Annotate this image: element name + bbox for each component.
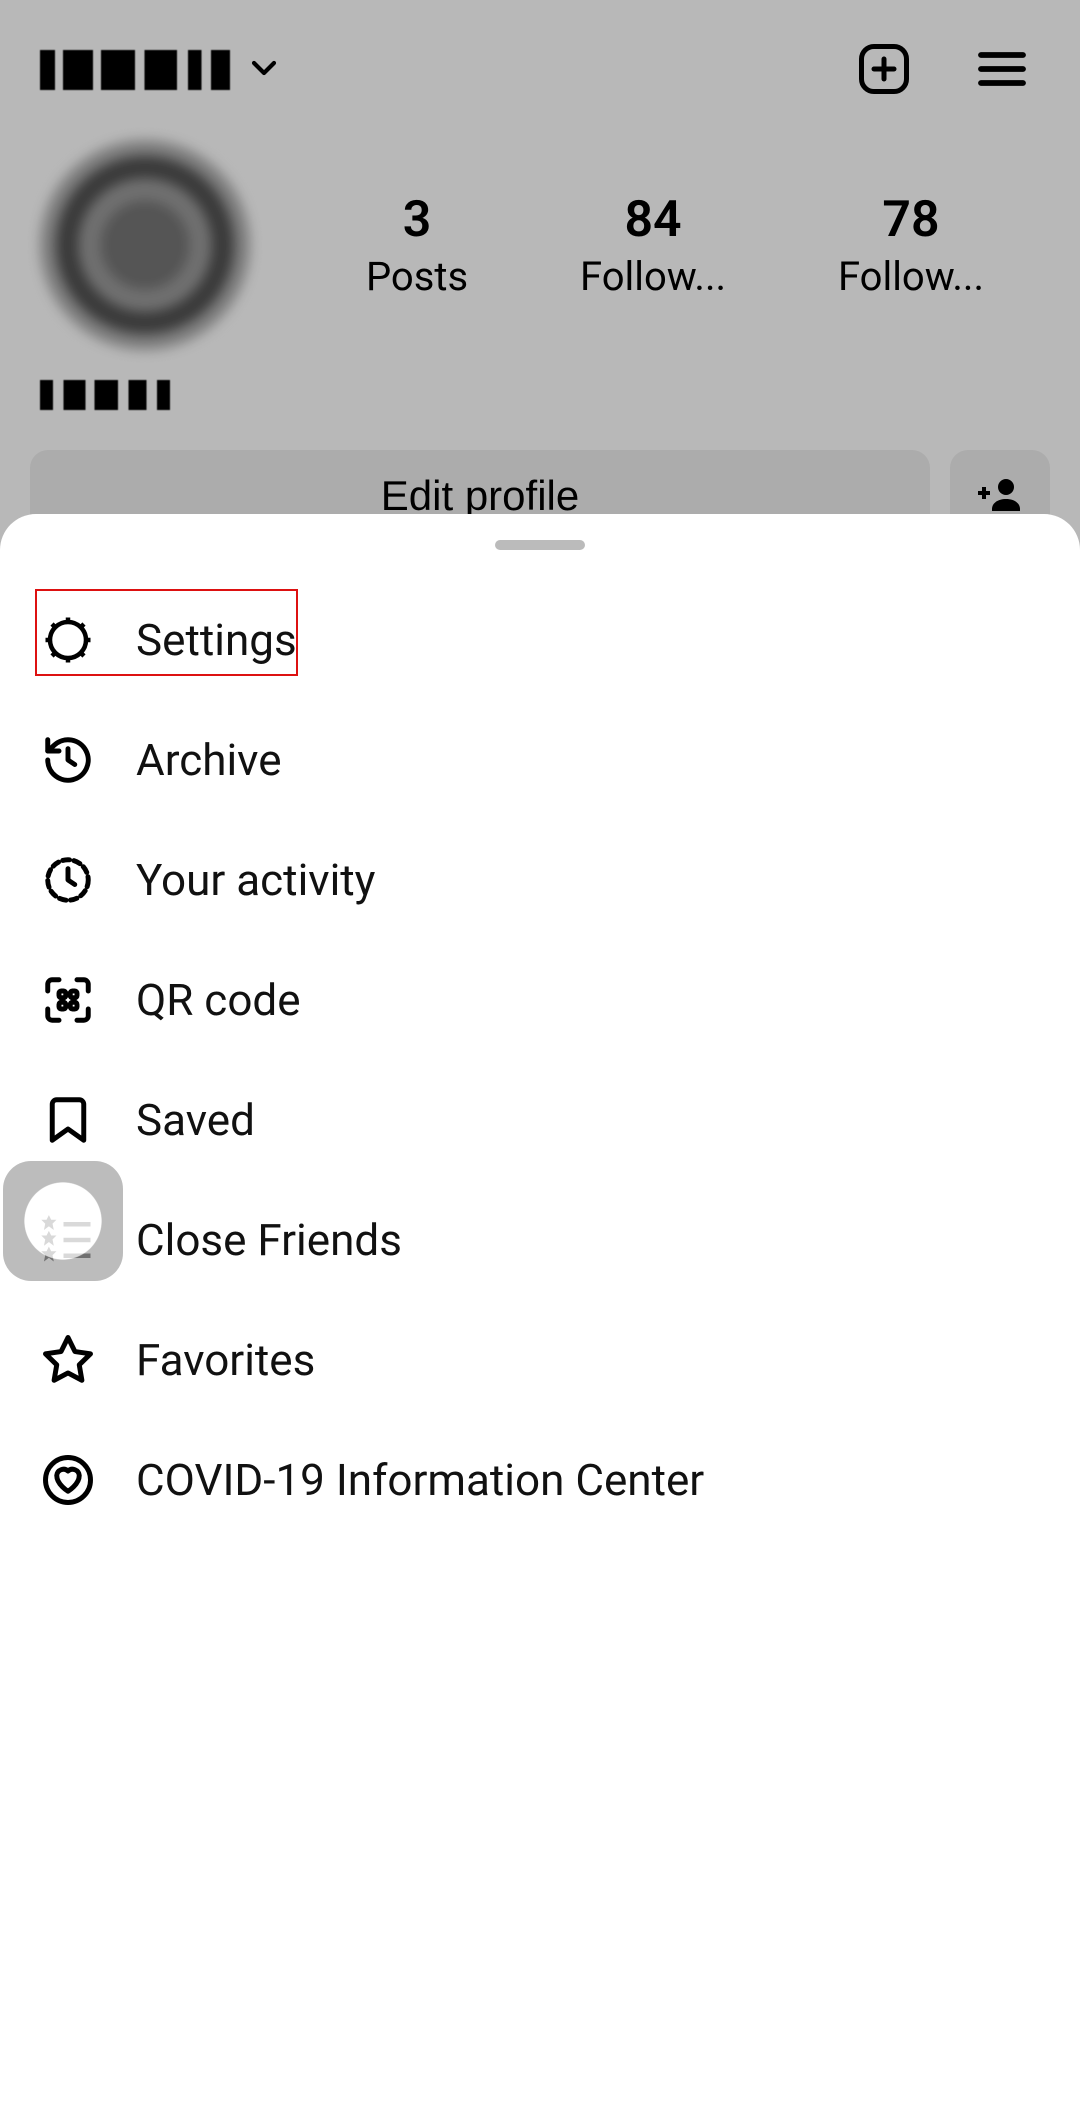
stat-followers[interactable]: 84 Follow... [580, 191, 726, 300]
star-icon [40, 1332, 96, 1388]
menu-label: QR code [136, 974, 301, 1026]
display-name-obscured [40, 380, 170, 410]
create-button[interactable] [854, 39, 914, 102]
menu-label: Settings [136, 614, 297, 666]
history-icon [40, 732, 96, 788]
menu-list: Settings Archive Your activity QR code S [0, 580, 1080, 1940]
menu-label: Favorites [136, 1334, 315, 1386]
stat-posts[interactable]: 3 Posts [366, 191, 468, 300]
qr-icon [40, 972, 96, 1028]
username-obscured [40, 50, 230, 90]
sheet-drag-handle[interactable] [495, 540, 585, 550]
profile-stats: 3 Posts 84 Follow... 78 Follow... [310, 191, 1040, 300]
stat-following-label: Follow... [838, 253, 984, 300]
bookmark-icon [40, 1092, 96, 1148]
username-switcher[interactable] [40, 48, 854, 92]
activity-icon [40, 852, 96, 908]
profile-summary: 3 Posts 84 Follow... 78 Follow... [0, 130, 1080, 350]
stat-following-count: 78 [838, 191, 984, 249]
display-name-row [0, 350, 1080, 410]
profile-header [0, 0, 1080, 130]
plus-square-icon [854, 87, 914, 102]
hamburger-icon [974, 85, 1030, 100]
menu-item-archive[interactable]: Archive [40, 700, 1040, 820]
menu-item-settings[interactable]: Settings [40, 580, 1040, 700]
stat-followers-label: Follow... [580, 253, 726, 300]
menu-item-covid-info[interactable]: COVID-19 Information Center [40, 1420, 1040, 1540]
star-list-icon [40, 1212, 96, 1268]
gear-icon [40, 612, 96, 668]
stat-following[interactable]: 78 Follow... [838, 191, 984, 300]
menu-label: Saved [136, 1094, 255, 1146]
menu-label: Close Friends [136, 1214, 402, 1266]
menu-item-your-activity[interactable]: Your activity [40, 820, 1040, 940]
stat-posts-count: 3 [366, 191, 468, 249]
menu-label: Your activity [136, 854, 376, 906]
header-actions [854, 39, 1030, 102]
options-bottom-sheet: Settings Archive Your activity QR code S [0, 514, 1080, 2114]
hamburger-menu-button[interactable] [974, 41, 1030, 100]
menu-item-favorites[interactable]: Favorites [40, 1300, 1040, 1420]
avatar[interactable] [40, 140, 250, 350]
menu-item-close-friends[interactable]: Close Friends [40, 1180, 1040, 1300]
heart-badge-icon [40, 1452, 96, 1508]
menu-label: Archive [136, 734, 282, 786]
stat-posts-label: Posts [366, 253, 468, 300]
stat-followers-count: 84 [580, 191, 726, 249]
menu-item-saved[interactable]: Saved [40, 1060, 1040, 1180]
menu-item-qr-code[interactable]: QR code [40, 940, 1040, 1060]
chevron-down-icon [244, 48, 284, 92]
menu-label: COVID-19 Information Center [136, 1454, 704, 1506]
edit-profile-label: Edit profile [381, 472, 579, 519]
